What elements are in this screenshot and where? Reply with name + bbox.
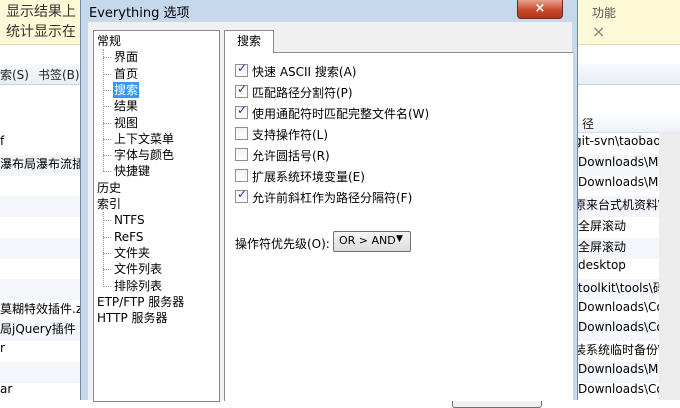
options-dialog: Everything 选项 × 常规 界面 首页 搜索 结果 视图 上下文菜单 字体与颜色 快捷… <box>80 0 578 402</box>
row-path-cell: 装系统临时备份\ <box>574 343 663 357</box>
row-path-cell: \全屏滚动 <box>574 218 627 233</box>
banner-right-text: 功能 <box>592 6 617 20</box>
tree-item[interactable]: 界面 <box>113 49 139 65</box>
option-checkbox[interactable] <box>235 169 248 182</box>
tree-item[interactable]: 结果 <box>113 98 139 114</box>
tree-item[interactable]: 视图 <box>113 115 139 131</box>
tree-connector <box>103 89 111 91</box>
tree-connector <box>103 285 111 287</box>
chevron-down-icon: ▼ <box>396 234 403 244</box>
tree-connector <box>103 236 111 238</box>
tree-item[interactable]: 历史 <box>96 180 122 196</box>
options-tree: 常规 界面 首页 搜索 结果 视图 上下文菜单 字体与颜色 快捷键 历史 索引 NTFS ReFS 文件夹… <box>93 30 220 402</box>
dialog-title: Everything 选项 <box>89 6 190 21</box>
tree-item[interactable]: 排除列表 <box>113 278 163 294</box>
option-label: 扩展系统环境变量(E) <box>252 170 365 184</box>
tree-item[interactable]: 搜索 <box>113 81 140 98</box>
tree-connector <box>103 171 111 173</box>
tree-connector <box>103 73 111 75</box>
banner-close-icon[interactable]: × <box>592 22 605 41</box>
row-name-cell: f <box>0 134 5 148</box>
option-checkbox[interactable]: ✓ <box>235 103 248 119</box>
banner-text: 统计显示在 <box>6 24 76 40</box>
row-path-cell: \Downloads\Mus <box>574 175 673 190</box>
tree-item[interactable]: 文件夹 <box>113 245 151 261</box>
option-checkbox[interactable] <box>235 127 248 140</box>
menu-search[interactable]: 索(S) <box>0 66 29 83</box>
option-checkbox[interactable]: ✓ <box>235 82 248 98</box>
tree-connector <box>103 49 104 172</box>
option-label: 允许圆括号(R) <box>252 149 330 163</box>
tree-item[interactable]: 上下文菜单 <box>113 131 175 147</box>
tree-connector <box>103 155 111 157</box>
checkmark-icon: ✓ <box>237 61 248 75</box>
tree-item[interactable]: ETP/FTP 服务器 <box>96 294 185 310</box>
tree-connector <box>103 269 111 271</box>
search-options-panel: ✓ 快速 ASCII 搜索(A) ✓ 匹配路径分割符(P) ✓ 使用通配符时匹配完整文件名… <box>224 52 573 401</box>
option-checkbox[interactable]: ✓ <box>235 187 248 203</box>
operator-priority-select[interactable]: OR > AND ▼ <box>333 231 411 252</box>
row-path-cell: \Downloads\Mus <box>574 361 673 376</box>
column-header-path-label: 径 <box>582 117 595 131</box>
tree-item[interactable]: 索引 <box>96 196 122 212</box>
tree-connector <box>103 122 111 124</box>
tree-item[interactable]: 文件列表 <box>113 261 163 277</box>
tree-item[interactable]: 常规 <box>96 33 122 49</box>
banner-text: 显示结果上 <box>6 4 76 20</box>
option-label: 支持操作符(L) <box>252 128 329 142</box>
row-path-cell: \Downloads\Mus <box>574 154 673 169</box>
row-name-cell: 莫糊特效插件.zi <box>0 301 86 316</box>
tree-connector <box>103 106 111 108</box>
row-name-cell: r <box>0 341 5 355</box>
checkmark-icon: ✓ <box>237 103 248 117</box>
tree-connector <box>103 57 111 59</box>
option-label: 使用通配符时匹配完整文件名(W) <box>252 107 430 121</box>
row-path-cell: \全屏滚动 <box>574 239 627 254</box>
column-header-path[interactable] <box>560 112 680 133</box>
operator-priority-label: 操作符优先级(O): <box>235 237 330 251</box>
row-path-cell: \desktop <box>574 258 626 273</box>
row-name-cell: ar <box>0 382 13 397</box>
tree-connector <box>103 252 111 254</box>
dialog-body: 常规 界面 首页 搜索 结果 视图 上下文菜单 字体与颜色 快捷键 历史 索引 NTFS ReFS 文件夹… <box>88 22 573 402</box>
option-label: 允许前斜杠作为路径分隔符(F) <box>252 191 413 205</box>
tree-item[interactable]: 字体与颜色 <box>113 147 175 163</box>
option-checkbox[interactable] <box>235 148 248 161</box>
tree-item[interactable]: NTFS <box>113 212 146 228</box>
tree-item[interactable]: HTTP 服务器 <box>96 310 169 326</box>
tree-item[interactable]: ReFS <box>113 229 145 245</box>
checkmark-icon: ✓ <box>237 187 248 201</box>
option-label: 匹配路径分割符(P) <box>252 86 353 100</box>
results-scrollbar[interactable] <box>659 132 680 400</box>
tree-connector <box>103 138 111 140</box>
tree-item[interactable]: 快捷键 <box>113 163 151 179</box>
tab-search[interactable]: 搜索 <box>224 30 274 53</box>
checkmark-icon: ✓ <box>237 82 248 96</box>
tree-connector <box>103 212 104 286</box>
row-name-cell: 局jQuery插件 <box>0 322 76 337</box>
tree-item[interactable]: 首页 <box>113 66 139 82</box>
operator-priority-value: OR > AND <box>339 234 396 247</box>
tree-connector <box>103 220 111 222</box>
menu-bookmarks[interactable]: 书签(B) <box>38 66 80 83</box>
option-label: 快速 ASCII 搜索(A) <box>252 65 357 79</box>
close-button[interactable]: × <box>517 0 563 19</box>
option-checkbox[interactable]: ✓ <box>235 61 248 77</box>
